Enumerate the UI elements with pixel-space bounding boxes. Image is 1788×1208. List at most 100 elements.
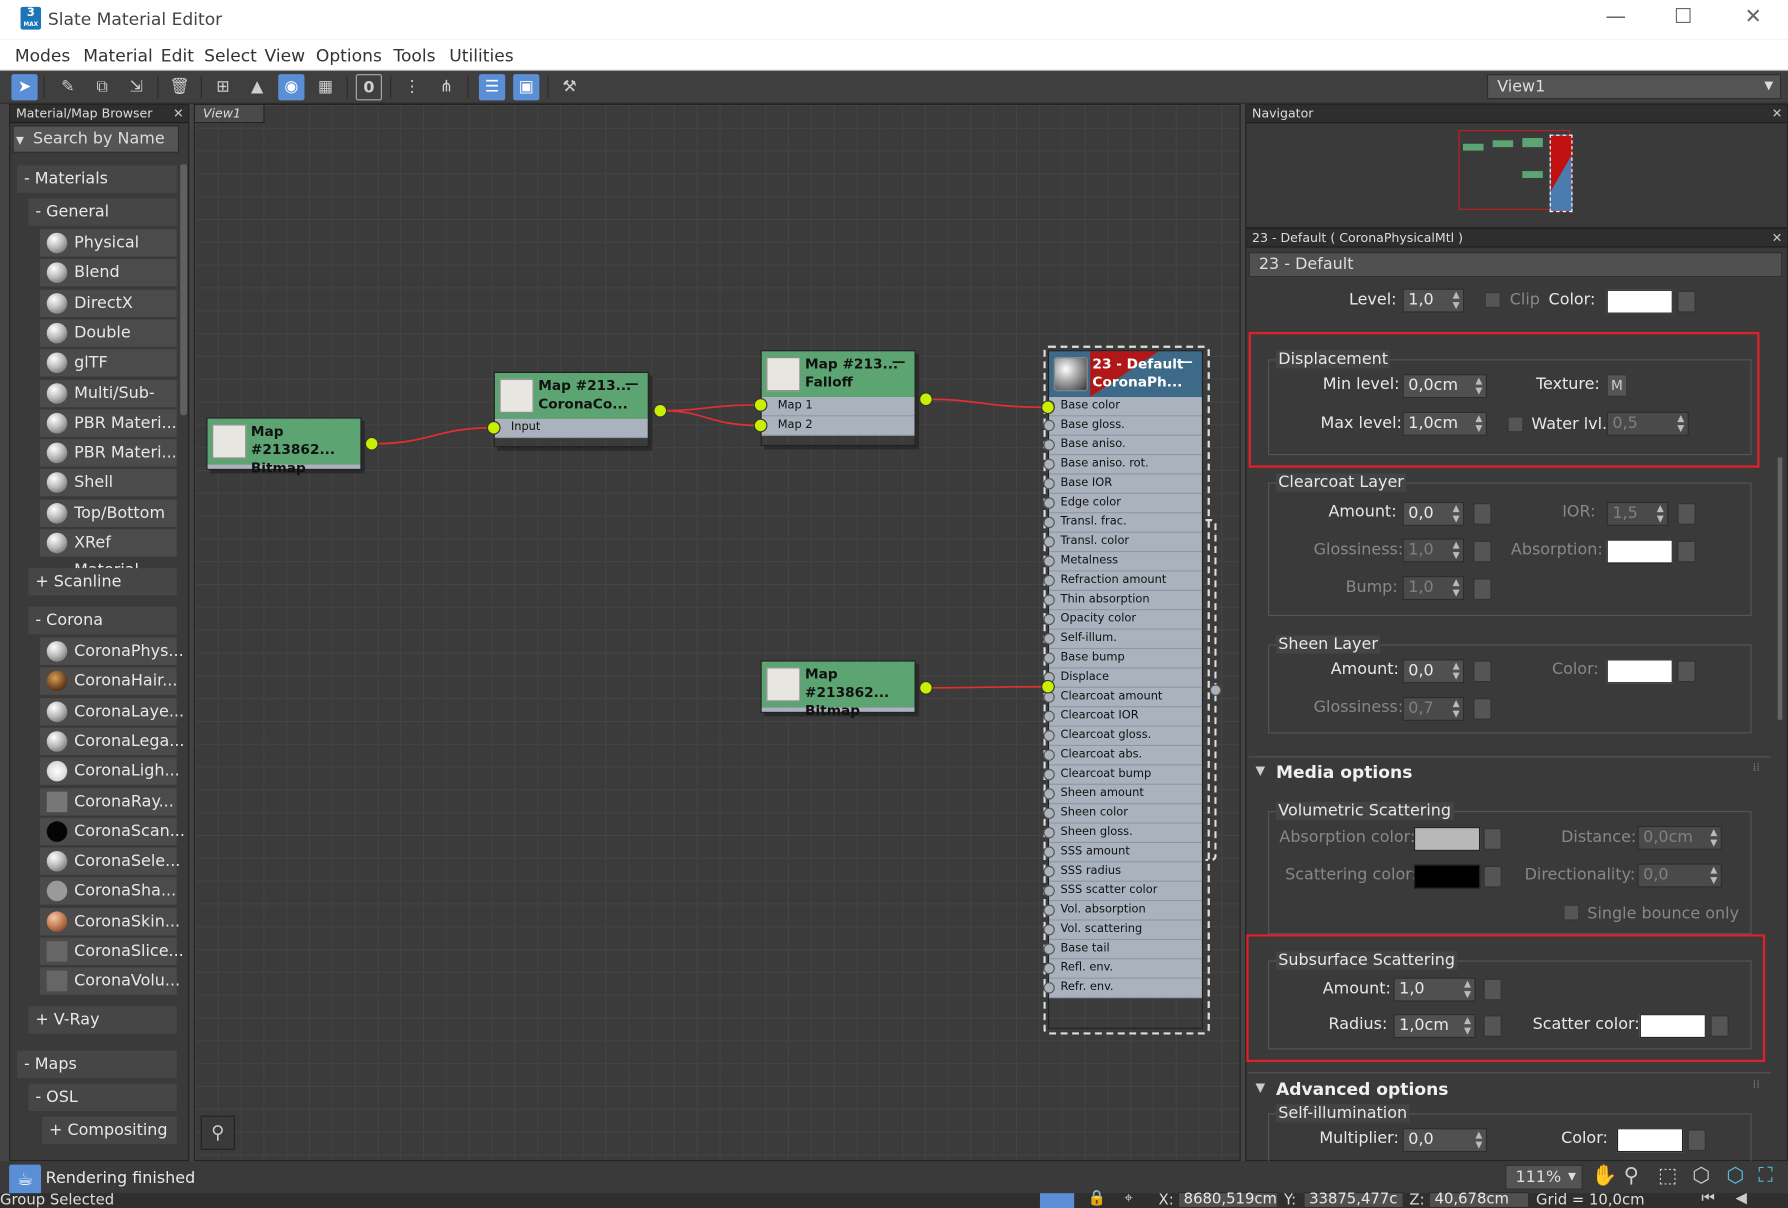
binoculars-icon[interactable]: ⚲ (200, 1115, 235, 1150)
clearcoat-ior-spinner[interactable]: 1,5 ▲ ▼ (1606, 501, 1669, 526)
zoom-magnifier-icon[interactable]: ⚲ (1624, 1164, 1639, 1188)
input-socket[interactable] (1043, 458, 1055, 470)
input-socket[interactable] (1043, 594, 1055, 606)
general-item[interactable]: Double Sided (39, 319, 177, 369)
scatter-color-swatch[interactable] (1639, 1014, 1706, 1039)
directionality-spinner[interactable]: 0,0 ▲ ▼ (1637, 863, 1722, 888)
corona-item[interactable]: CoronaSha... (39, 877, 177, 906)
material-slot[interactable]: Base aniso. (1043, 436, 1202, 456)
slot-map1[interactable]: Map 1 (761, 397, 915, 417)
material-slot[interactable]: Base bump (1043, 649, 1202, 669)
input-socket[interactable] (1043, 730, 1055, 742)
input-socket[interactable] (753, 398, 768, 412)
input-socket[interactable] (1043, 652, 1055, 664)
node-material[interactable]: 23 - Default CoronaPh... — Base color Base… (1043, 350, 1204, 1029)
zoom-all-icon[interactable]: ⛶ (1758, 1164, 1772, 1188)
map-button[interactable] (1677, 660, 1696, 683)
sss-radius-spinner[interactable]: 1,0cm ▲ ▼ (1393, 1014, 1476, 1039)
input-socket[interactable] (1043, 865, 1055, 878)
input-socket[interactable] (1043, 788, 1055, 800)
map-button[interactable] (1473, 540, 1492, 563)
corona-item[interactable]: CoronaSele... (39, 847, 180, 876)
collapse-arrow-icon[interactable]: ▼ (1255, 763, 1265, 778)
media-options-title[interactable]: Media options (1276, 762, 1412, 783)
material-slot[interactable]: Transl. frac. (1043, 513, 1202, 533)
sheen-amount-spinner[interactable]: 0,0 ▲ ▼ (1402, 659, 1465, 684)
spinner-arrows-icon[interactable]: ▲ ▼ (1453, 290, 1460, 311)
spinner-arrows-icon[interactable]: ▲ ▼ (1453, 540, 1460, 561)
input-socket[interactable] (1043, 574, 1055, 587)
input-socket[interactable] (1043, 943, 1055, 955)
material-slot[interactable]: Sheen color (1043, 804, 1202, 824)
input-socket[interactable] (753, 418, 768, 433)
menu-select[interactable]: Select (204, 46, 257, 67)
self-illum-color-swatch[interactable] (1616, 1128, 1684, 1153)
water-level-spinner[interactable]: 0,5 ▲ ▼ (1606, 411, 1689, 436)
output-socket[interactable] (653, 403, 668, 418)
corona-item[interactable]: CoronaSlice... (39, 937, 184, 966)
corona-item[interactable]: CoronaPhys... (39, 637, 184, 666)
general-item[interactable]: glTF Material (39, 349, 177, 399)
minimize-node-icon[interactable]: — (892, 354, 906, 370)
corona-item[interactable]: CoronaSkin... (39, 907, 180, 936)
map-button[interactable] (1483, 978, 1502, 1001)
material-slot[interactable]: Edge color (1043, 494, 1202, 514)
minimize-node-icon[interactable]: — (625, 375, 639, 391)
single-bounce-checkbox[interactable] (1563, 904, 1580, 921)
spinner-arrows-icon[interactable]: ▲ ▼ (1453, 698, 1460, 719)
material-slot[interactable]: Base IOR (1043, 475, 1202, 494)
category-materials[interactable]: - Materials (17, 165, 177, 193)
category-corona[interactable]: - Corona (28, 606, 177, 635)
map-button[interactable] (1710, 1015, 1729, 1037)
input-socket[interactable] (1043, 710, 1055, 723)
minimize-node-icon[interactable]: — (1179, 354, 1193, 370)
material-slot[interactable]: Refr. env. (1043, 979, 1202, 999)
spinner-arrows-icon[interactable]: ▲ ▼ (1453, 577, 1460, 598)
material-slot[interactable]: SSS amount (1043, 843, 1202, 863)
minimize-button[interactable]: — (1606, 5, 1627, 29)
material-slot[interactable]: Displace (1043, 668, 1202, 688)
map-button[interactable] (1687, 1129, 1706, 1151)
select-tool-icon[interactable]: ➤ (11, 74, 38, 101)
material-slot[interactable]: Thin absorption (1043, 591, 1202, 611)
map-button[interactable] (1483, 865, 1502, 888)
distance-spinner[interactable]: 0,0cm ▲ ▼ (1637, 825, 1722, 850)
input-socket-connected[interactable] (1041, 679, 1055, 694)
menu-tools[interactable]: Tools (393, 46, 435, 67)
output-socket[interactable] (364, 436, 379, 451)
map-button[interactable] (1473, 503, 1492, 525)
material-slot[interactable]: Refraction amount (1043, 571, 1202, 591)
absorption-color-swatch[interactable] (1606, 539, 1673, 564)
input-socket[interactable] (1043, 923, 1055, 936)
general-item[interactable]: Top/Bottom (39, 499, 177, 527)
corona-item[interactable]: CoronaRay... (39, 787, 177, 816)
spinner-arrows-icon[interactable]: ▲ ▼ (1464, 1015, 1471, 1036)
assign-material-icon[interactable]: ⇲ (123, 74, 149, 100)
transform-mode-icon[interactable]: ⌖ (1124, 1190, 1132, 1207)
move-children-icon[interactable]: ⊞ (210, 74, 236, 100)
general-item[interactable]: PBR Materi... (39, 409, 177, 437)
grip-icon[interactable]: ⁞⁞ (1753, 1079, 1760, 1092)
material-slot[interactable]: Clearcoat bump (1043, 765, 1202, 785)
isolate-icon[interactable] (1039, 1193, 1075, 1208)
layout-children-icon[interactable]: ⋔ (433, 74, 459, 100)
input-socket[interactable] (1043, 846, 1055, 858)
parameter-editor-toggle-icon[interactable]: ▣ (513, 74, 540, 101)
y-coordinate-field[interactable]: 33875,477c (1303, 1192, 1404, 1208)
map-button[interactable] (1677, 503, 1696, 525)
category-compositing[interactable]: + Compositing (42, 1116, 177, 1145)
sheen-gloss-spinner[interactable]: 0,7 ▲ ▼ (1402, 696, 1465, 721)
map-button[interactable] (1473, 578, 1492, 601)
input-socket[interactable] (1043, 613, 1055, 626)
material-slot[interactable]: Self-illum. (1043, 630, 1202, 650)
menu-material[interactable]: Material (83, 46, 152, 67)
corona-item[interactable]: CoronaScan... (39, 817, 185, 846)
zoom-extents-selected-icon[interactable]: ⬡ (1726, 1164, 1744, 1188)
sheen-color-swatch[interactable] (1606, 659, 1673, 684)
material-slot[interactable]: Metalness (1043, 552, 1202, 572)
scrollbar[interactable] (180, 164, 188, 416)
lock-icon[interactable]: 🔒 (1088, 1190, 1106, 1207)
close-button[interactable]: ✕ (1745, 5, 1762, 29)
absorption-color-swatch[interactable] (1413, 827, 1481, 851)
slot-input[interactable]: Input (494, 419, 648, 439)
